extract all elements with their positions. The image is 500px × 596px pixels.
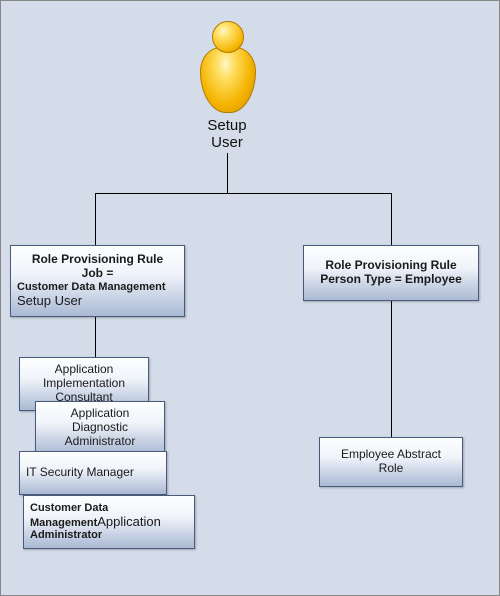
r2-l1: Application (71, 407, 130, 421)
rr-l1: Employee Abstract (341, 448, 441, 462)
rr-l2: Role (379, 462, 404, 476)
setup-user-label: Setup User (187, 117, 267, 151)
connector (391, 193, 392, 245)
role-app-diag-admin: Application Diagnostic Administrator (35, 401, 165, 455)
r4-row2: ManagementApplication (30, 515, 188, 530)
left-rule-l3: Customer Data Management (17, 281, 178, 294)
setup-user-icon (197, 21, 257, 113)
connector (95, 317, 96, 357)
role-it-security-manager: IT Security Manager (19, 451, 167, 495)
right-rule-l2: Person Type = Employee (320, 273, 462, 287)
r2-l2: Diagnostic (72, 421, 128, 435)
r4-l3: Administrator (30, 529, 188, 542)
setup-user-label-l2: User (187, 134, 267, 151)
right-rule-box: Role Provisioning Rule Person Type = Emp… (303, 245, 479, 301)
r3-l1: IT Security Manager (26, 466, 160, 480)
r4-l2b: Application (97, 514, 161, 529)
r1-l2: Implementation (43, 377, 125, 391)
left-rule-box: Role Provisioning Rule Job = Customer Da… (10, 245, 185, 317)
setup-user-label-l1: Setup (187, 117, 267, 134)
left-rule-l2: Job = (17, 267, 178, 281)
left-rule-l1: Role Provisioning Rule (17, 253, 178, 267)
connector (95, 193, 391, 194)
r2-l3: Administrator (65, 435, 136, 449)
role-employee-abstract: Employee Abstract Role (319, 437, 463, 487)
right-rule-l1: Role Provisioning Rule (325, 259, 456, 273)
left-rule-l4: Setup User (17, 294, 178, 309)
role-cdm-app-admin: Customer Data ManagementApplication Admi… (23, 495, 195, 549)
connector (227, 153, 228, 193)
r1-l1: Application (55, 363, 114, 377)
r4-l2a: Management (30, 517, 97, 529)
connector (95, 193, 96, 245)
connector (391, 301, 392, 437)
